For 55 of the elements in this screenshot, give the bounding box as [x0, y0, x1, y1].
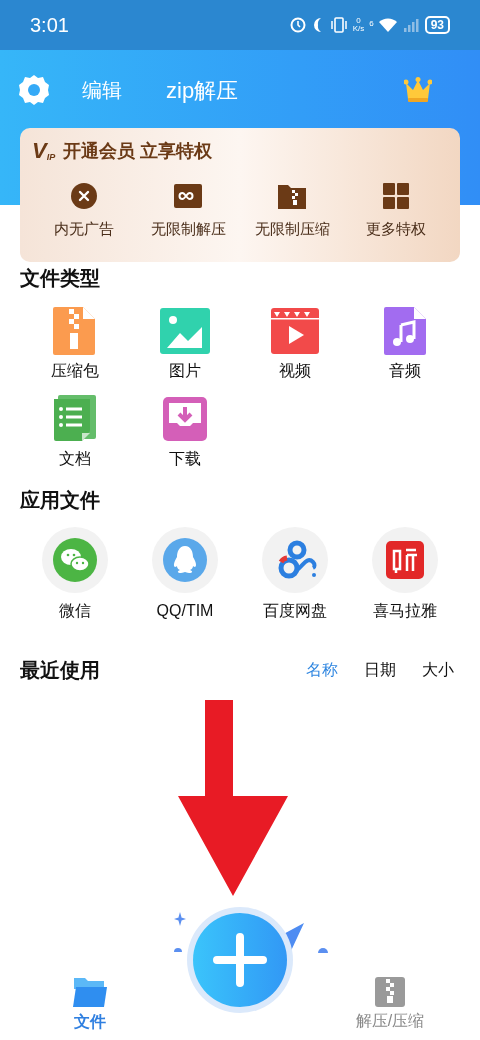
- status-time: 3:01: [30, 13, 69, 38]
- penguin-icon: [163, 538, 207, 582]
- app-logo-icon: [386, 541, 424, 579]
- nav-tab[interactable]: 解压/压缩: [340, 977, 440, 1033]
- app-file-item[interactable]: 百度网盘: [247, 527, 343, 623]
- section-title: 最近使用: [20, 658, 100, 683]
- close-icon: [71, 183, 97, 209]
- section-title: 应用文件: [20, 488, 101, 513]
- perk-label: 更多特权: [366, 219, 426, 239]
- vip-logo: V: [32, 140, 47, 162]
- file-type-item[interactable]: 视频: [255, 305, 335, 383]
- perk-label: 无限制压缩: [254, 219, 330, 239]
- infinity-icon: [174, 184, 202, 208]
- file-type-item[interactable]: 音频: [365, 305, 445, 383]
- grid-icon: [383, 183, 409, 209]
- image-icon: [160, 308, 210, 354]
- file-type-item[interactable]: 压缩包: [35, 305, 115, 383]
- nav-tab[interactable]: 文件: [40, 976, 140, 1034]
- alarm-icon: [289, 17, 306, 33]
- file-type-item[interactable]: 下载: [145, 393, 225, 471]
- vibrate-icon: [329, 17, 348, 33]
- folder-icon: [72, 976, 108, 1008]
- sort-tab[interactable]: 日期: [364, 658, 396, 682]
- plus-icon: [213, 933, 267, 987]
- sort-tab[interactable]: 名称: [306, 658, 338, 682]
- document-icon: [54, 395, 96, 443]
- wifi-label: 6: [369, 18, 374, 30]
- net-speed: 0: [356, 17, 361, 25]
- sparkle-icon: [174, 912, 186, 926]
- section-title: 文件类型: [20, 266, 101, 291]
- file-type-item[interactable]: 图片: [145, 305, 225, 383]
- vip-headline: 开通会员 立享特权: [63, 140, 213, 162]
- zip-file-icon: [53, 307, 97, 355]
- sort-tab[interactable]: 大小: [422, 658, 454, 682]
- net-speed-unit: K/s: [352, 25, 365, 33]
- file-type-item[interactable]: 文档: [35, 393, 115, 471]
- music-file-icon: [384, 307, 426, 355]
- signal-icon: [401, 18, 420, 32]
- vip-logo-sub: IP: [46, 152, 56, 162]
- perk-label: 内无广告: [54, 219, 114, 239]
- vip-card[interactable]: VIP 开通会员 立享特权 内无广告 无限制解压 无限制压缩 更多特权: [20, 128, 460, 262]
- crown-icon[interactable]: [404, 77, 432, 103]
- app-file-item[interactable]: QQ/TIM: [137, 527, 233, 623]
- app-file-item[interactable]: 微信: [27, 527, 123, 623]
- battery-icon: 93: [424, 16, 450, 34]
- settings-icon[interactable]: [18, 74, 50, 106]
- download-icon: [163, 397, 207, 441]
- app-file-item[interactable]: 喜马拉雅: [357, 527, 453, 623]
- wifi-icon: [378, 18, 397, 32]
- perk-label: 无限制解压: [150, 219, 226, 239]
- video-icon: [271, 308, 319, 354]
- app-title: zip解压: [166, 76, 239, 105]
- zip-file-icon: [375, 977, 405, 1007]
- zip-file-icon: [278, 183, 306, 209]
- chat-bubbles-icon: [53, 538, 97, 582]
